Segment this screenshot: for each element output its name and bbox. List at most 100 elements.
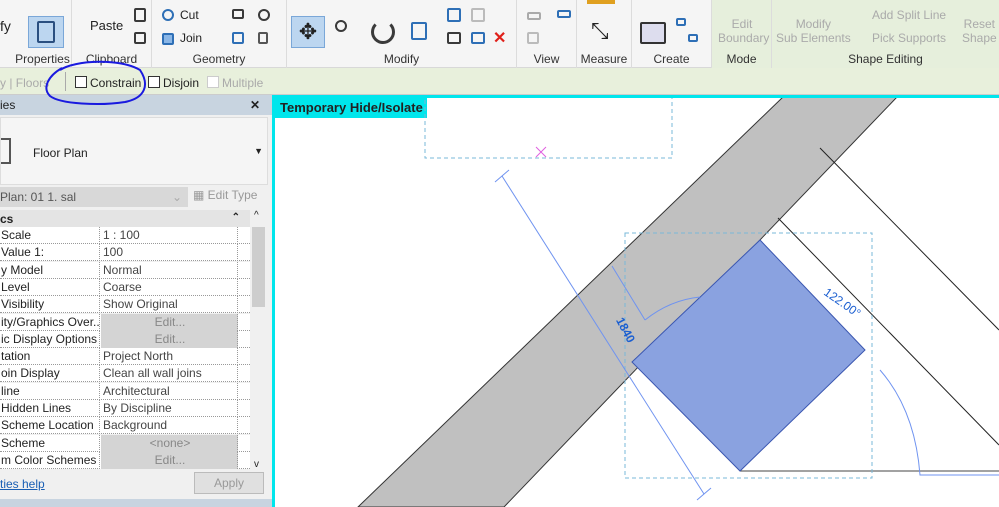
properties-help-link[interactable]: ties help — [0, 477, 45, 491]
section-graphics[interactable]: cs ⌃ — [0, 210, 250, 227]
multiple-label: Multiple — [222, 76, 264, 90]
property-row[interactable]: Scheme Location Background — [0, 417, 250, 435]
property-value: 100 — [101, 244, 238, 262]
property-row[interactable]: Scheme <none> — [0, 434, 250, 452]
constrain-checkbox[interactable] — [75, 76, 87, 88]
override-graphics-icon[interactable] — [527, 12, 541, 20]
panel-label: Mode — [712, 52, 771, 66]
ruler-icon[interactable] — [587, 0, 615, 4]
apply-button[interactable]: Apply — [194, 472, 264, 494]
drawing-view[interactable]: Temporary Hide/Isolate 1840 122.00° — [272, 95, 999, 507]
panel-shape-editing: Modify Sub Elements Add Split Line Pick S… — [772, 0, 999, 68]
label-line: Reset — [963, 17, 996, 31]
cut-button[interactable]: Cut — [180, 8, 199, 22]
properties-header: ies ✕ — [0, 95, 272, 115]
scrollbar-thumb[interactable] — [252, 227, 265, 307]
move-button[interactable]: ✥ — [291, 16, 325, 48]
scroll-down-icon[interactable]: v — [254, 459, 259, 470]
delete-icon[interactable]: ✕ — [493, 28, 506, 48]
copy-icon[interactable] — [134, 8, 146, 22]
join-button[interactable]: Join — [180, 31, 202, 45]
rotate-icon[interactable] — [371, 20, 395, 44]
property-name: Scheme Location — [0, 417, 100, 435]
multiple-checkbox[interactable] — [207, 76, 219, 88]
trim-icon[interactable] — [411, 22, 427, 40]
property-row[interactable]: Scale 1 : 100 — [0, 227, 250, 244]
split-icon[interactable] — [447, 32, 461, 44]
split-face-icon[interactable] — [258, 9, 270, 21]
properties-title: ies — [0, 98, 16, 112]
property-row[interactable]: Value 1: 100 — [0, 244, 250, 262]
label-line: Shape — [962, 31, 997, 45]
property-row[interactable]: tation Project North — [0, 348, 250, 366]
create-assembly-icon[interactable] — [688, 34, 698, 42]
label-line: Boundary — [718, 31, 770, 45]
wall-joins-icon[interactable] — [232, 9, 244, 19]
scale-icon[interactable] — [471, 8, 485, 22]
panel-geometry: Cut Join Geometry — [152, 0, 287, 68]
property-name: Visibility — [0, 296, 100, 314]
property-row[interactable]: ic Display Options Edit... — [0, 330, 250, 348]
paint-icon[interactable] — [232, 32, 244, 44]
property-row[interactable]: Level Coarse — [0, 278, 250, 296]
floor-plan-icon — [1, 138, 11, 164]
property-name: Scale — [0, 227, 100, 244]
property-name: oin Display — [0, 365, 100, 383]
property-edit-button[interactable]: Edit... — [101, 451, 238, 469]
panel-label: Create — [653, 52, 690, 66]
property-edit-button[interactable]: Edit... — [101, 330, 238, 348]
instance-filter-dropdown[interactable]: Plan: 01 1. sal ⌄ — [0, 187, 188, 207]
property-value: Coarse — [101, 278, 238, 296]
type-selector[interactable]: Floor Plan ▼ — [0, 117, 268, 185]
property-name: y Model — [0, 261, 100, 279]
scrollbar[interactable]: ^ v — [251, 210, 266, 470]
property-row[interactable]: m Color Schemes Edit... — [0, 451, 250, 469]
property-row[interactable]: y Model Normal — [0, 261, 250, 279]
property-row[interactable]: line Architectural — [0, 382, 250, 400]
array-icon[interactable] — [447, 8, 461, 22]
properties-button[interactable] — [28, 16, 64, 48]
section-label: cs — [0, 212, 14, 226]
copy-element-icon[interactable] — [335, 20, 347, 32]
create-parts-icon[interactable] — [640, 22, 666, 44]
pick-supports-button[interactable]: Pick Supports — [872, 31, 946, 45]
add-split-line-button[interactable]: Add Split Line — [872, 8, 946, 22]
hide-icon[interactable] — [527, 32, 539, 44]
edit-type-button[interactable]: ▦ Edit Type — [193, 188, 257, 202]
edit-boundary-button[interactable]: Edit Boundary — [718, 17, 770, 45]
cut-icon — [162, 9, 174, 21]
constrain-label: Constrain — [90, 76, 142, 90]
options-bar: y | Floors Constrain Disjoin Multiple — [0, 68, 999, 95]
angle-arc — [879, 369, 999, 476]
offset-icon[interactable] — [471, 32, 485, 44]
ribbon: fy Properties Paste Clipboard Cut Join G… — [0, 0, 999, 68]
property-row[interactable]: Visibility Show Original — [0, 296, 250, 314]
create-group-icon[interactable] — [676, 18, 686, 26]
property-row[interactable]: ity/Graphics Over... Edit... — [0, 313, 250, 331]
properties-palette: ies ✕ Floor Plan ▼ Plan: 01 1. sal ⌄ ▦ Edi… — [0, 95, 272, 507]
label-line: Sub Elements — [776, 31, 851, 45]
match-properties-icon[interactable] — [134, 32, 146, 44]
disjoin-checkbox[interactable] — [148, 76, 160, 88]
property-value: Background — [101, 417, 238, 435]
property-row[interactable]: Hidden Lines By Discipline — [0, 400, 250, 417]
modify-sub-elements-button[interactable]: Modify Sub Elements — [776, 17, 851, 45]
property-row[interactable]: oin Display Clean all wall joins — [0, 365, 250, 383]
panel-label: Properties — [15, 52, 70, 66]
property-edit-button[interactable]: <none> — [101, 434, 238, 452]
paste-button[interactable]: Paste — [90, 18, 123, 33]
property-value: 1 : 100 — [101, 227, 238, 244]
property-name: Level — [0, 278, 100, 296]
close-icon[interactable]: ✕ — [250, 98, 260, 112]
disjoin-label: Disjoin — [163, 76, 200, 90]
measure-icon[interactable]: ⤡ — [591, 18, 609, 44]
demolish-icon[interactable] — [258, 32, 268, 44]
collapse-icon[interactable]: ⌃ — [232, 212, 240, 223]
divider — [65, 72, 66, 91]
reset-shape-button[interactable]: Reset Shape — [962, 17, 997, 45]
edit-type-icon: ▦ — [193, 188, 208, 202]
palette-footer — [0, 499, 272, 507]
property-edit-button[interactable]: Edit... — [101, 313, 238, 331]
linework-icon[interactable] — [557, 10, 571, 18]
scroll-up-icon[interactable]: ^ — [254, 210, 259, 221]
